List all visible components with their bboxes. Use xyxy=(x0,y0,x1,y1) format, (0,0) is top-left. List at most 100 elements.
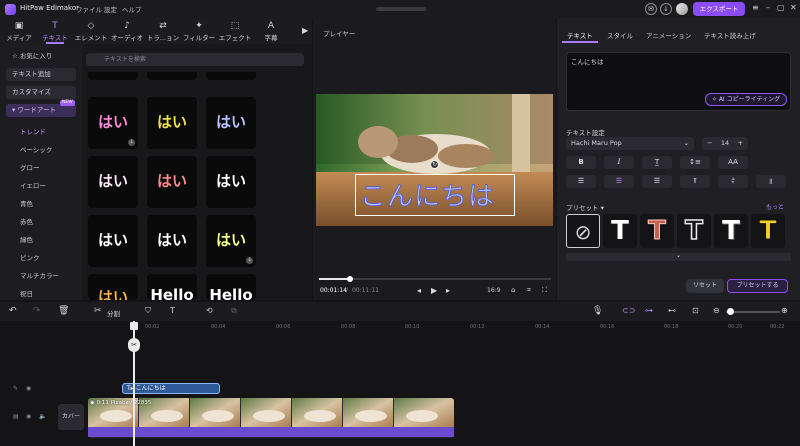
minus-icon[interactable]: − xyxy=(707,137,712,150)
preset-none[interactable]: ⊘ xyxy=(566,214,600,248)
wordart-tile[interactable]: はい xyxy=(88,274,138,300)
sub-glow[interactable]: グロー xyxy=(20,162,40,172)
tool-audio[interactable]: ♪ オーディオ xyxy=(110,21,144,43)
add-text-button[interactable]: テキスト追加 xyxy=(6,68,76,81)
video-track-icon[interactable]: ▤ xyxy=(13,413,19,420)
toolbar-next-icon[interactable]: ▶ xyxy=(302,26,308,35)
zoom-in-icon[interactable]: ⊕ xyxy=(781,306,788,315)
tool-effect[interactable]: ⬚ エフェクト xyxy=(218,21,252,43)
more-link[interactable]: もっと xyxy=(766,202,784,211)
tool-subtitle[interactable]: A 字幕 xyxy=(254,21,288,43)
message-icon[interactable]: ✉ xyxy=(645,3,657,15)
italic-button[interactable]: I xyxy=(604,156,634,169)
split-marker-icon[interactable]: ✂ xyxy=(128,338,140,352)
minimize-icon[interactable]: – xyxy=(766,3,770,12)
align-center-icon[interactable]: ☰ xyxy=(604,175,634,188)
seek-knob[interactable] xyxy=(347,276,353,282)
sub-trend[interactable]: トレンド xyxy=(20,126,46,136)
line-spacing-icon[interactable]: ↕≡ xyxy=(680,156,710,169)
magnet-icon[interactable]: ⊂⊃ xyxy=(622,306,635,315)
wordart-tile[interactable]: はい xyxy=(147,156,197,208)
sub-yellow[interactable]: イエロー xyxy=(20,180,46,190)
sub-red[interactable]: 赤色 xyxy=(20,216,33,226)
preset-white[interactable]: T xyxy=(603,214,637,248)
text-clip[interactable]: T▸ こんにちは xyxy=(122,383,220,394)
preset-shadow[interactable]: T xyxy=(714,214,748,248)
snapshot-icon[interactable]: ⌂ xyxy=(511,286,515,294)
split-label[interactable]: 分割 xyxy=(107,308,120,318)
preset-expand-bar[interactable]: ⌄ xyxy=(566,252,791,261)
aspect-ratio[interactable]: 16:9 xyxy=(487,287,500,294)
tab-text[interactable]: テキスト xyxy=(567,30,593,40)
wordart-tile[interactable]: はい xyxy=(147,215,197,267)
wordart-tile[interactable]: はい ↓ xyxy=(88,97,138,149)
cover-button[interactable]: カバー xyxy=(58,404,84,430)
zoom-out-icon[interactable]: ⊖ xyxy=(713,306,720,315)
sub-green[interactable]: 緑色 xyxy=(20,234,33,244)
plus-icon[interactable]: + xyxy=(738,137,743,150)
text-track-pen-icon[interactable]: ✎ xyxy=(13,385,18,392)
download-icon[interactable]: ↓ xyxy=(660,3,672,15)
align-left-icon[interactable]: ☰ xyxy=(566,175,596,188)
align-top-icon[interactable]: ⫪ xyxy=(680,175,710,188)
zoom-slider[interactable] xyxy=(726,311,780,313)
tool-filter[interactable]: ✦ フィルター xyxy=(182,21,216,43)
reset-button[interactable]: リセット xyxy=(686,279,724,293)
text-transform-icon[interactable]: T̲ xyxy=(642,156,672,169)
text-tool-icon[interactable]: T xyxy=(170,306,175,315)
wordart-tile[interactable]: はい xyxy=(206,156,256,208)
sub-pink[interactable]: ピンク xyxy=(20,252,40,262)
microphone-icon[interactable]: 🎙 xyxy=(592,306,603,316)
video-track-audio-icon[interactable]: 🔈 xyxy=(39,413,46,420)
wordart-tile[interactable]: はい xyxy=(206,97,256,149)
menu-help[interactable]: ヘルプ xyxy=(122,4,142,14)
maximize-icon[interactable]: ▢ xyxy=(777,3,785,12)
tab-style[interactable]: スタイル xyxy=(607,30,633,40)
sub-holiday[interactable]: 祝日 xyxy=(20,288,33,298)
timeline-ruler[interactable] xyxy=(88,321,800,334)
export-button[interactable]: エクスポート xyxy=(693,2,745,16)
tool-media[interactable]: ▣ メディア xyxy=(2,21,36,43)
sub-blue[interactable]: 青色 xyxy=(20,198,33,208)
wordart-tile[interactable]: Hello xyxy=(206,274,256,300)
search-input[interactable]: テキストを検索 xyxy=(86,53,304,66)
prev-frame-icon[interactable]: ◂ xyxy=(417,286,421,295)
tool-text[interactable]: T テキスト xyxy=(38,21,72,44)
download-icon[interactable]: ↓ xyxy=(246,257,253,264)
undo-icon[interactable]: ↶ xyxy=(9,306,17,316)
avatar[interactable] xyxy=(676,3,688,15)
redo-icon[interactable]: ↷ xyxy=(33,306,41,316)
copy-icon[interactable]: ⧉ xyxy=(231,306,237,316)
tab-tts[interactable]: テキスト読み上げ xyxy=(704,30,756,40)
overlay-text[interactable]: こんにちは xyxy=(360,176,495,213)
seek-bar[interactable] xyxy=(319,278,551,280)
tool-element[interactable]: ◇ エレメント xyxy=(74,21,108,43)
wordart-tile[interactable]: Hello xyxy=(147,274,197,300)
wordart-tile[interactable]: はい xyxy=(88,215,138,267)
favorites-item[interactable]: ☆ お気に入り xyxy=(6,50,76,63)
tab-animation[interactable]: アニメーション xyxy=(646,30,691,40)
playhead-handle[interactable] xyxy=(130,322,138,330)
wordart-tile[interactable]: はい ↓ xyxy=(206,215,256,267)
preset-yellow[interactable]: T xyxy=(751,214,785,248)
ai-copywriting-button[interactable]: ✧ AI コピーライティング xyxy=(705,93,787,106)
wordart-tile[interactable]: はい xyxy=(147,97,197,149)
menu-icon[interactable]: ≡ xyxy=(752,3,759,12)
font-size-stepper[interactable]: −14 + xyxy=(702,137,748,150)
ripple-icon[interactable]: ⊷ xyxy=(668,306,676,315)
close-icon[interactable]: ✕ xyxy=(790,3,797,12)
apply-preset-button[interactable]: プリセットする xyxy=(727,279,788,293)
text-track-eye-icon[interactable]: ◉ xyxy=(26,385,31,392)
sub-basic[interactable]: ベーシック xyxy=(20,144,52,154)
tool-transition[interactable]: ⇄ トラ...ョン xyxy=(146,21,180,43)
case-button[interactable]: AA xyxy=(718,156,748,169)
delete-icon[interactable]: 🗑 xyxy=(58,306,69,316)
loop-icon[interactable]: ⟲ xyxy=(206,306,213,315)
customize-button[interactable]: カスタマイズ xyxy=(6,86,76,99)
rotate-handle-icon[interactable]: ↻ xyxy=(430,160,439,169)
preset-outline[interactable]: T xyxy=(677,214,711,248)
crop-icon[interactable]: ⌗ xyxy=(527,286,531,295)
fullscreen-icon[interactable]: ⛶ xyxy=(542,286,547,295)
bold-button[interactable]: B xyxy=(566,156,596,169)
next-frame-icon[interactable]: ▸ xyxy=(446,286,450,295)
